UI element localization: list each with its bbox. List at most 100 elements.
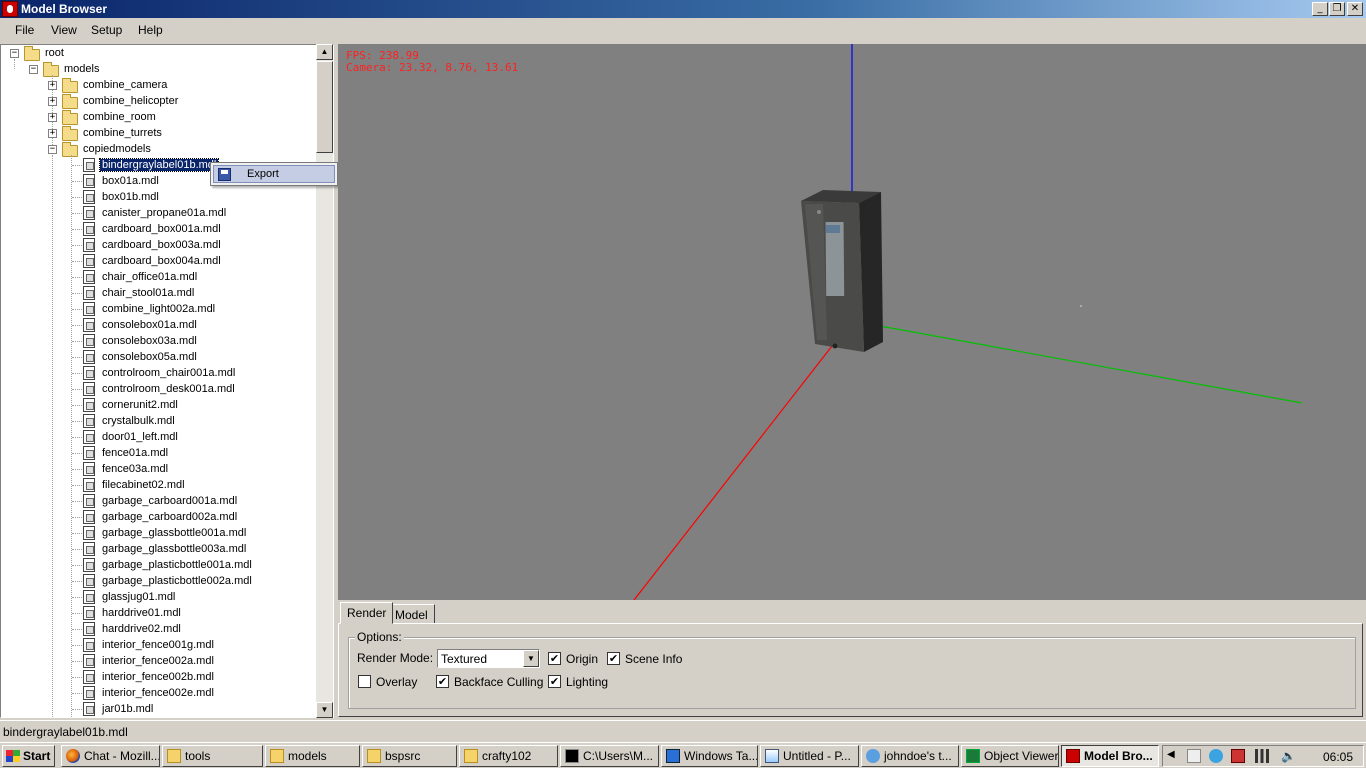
start-button[interactable]: Start [2, 745, 55, 767]
overlay-checkbox[interactable] [358, 675, 371, 688]
scene-info-checkbox[interactable]: ✔ [607, 652, 620, 665]
taskbar-button[interactable]: crafty102 [459, 745, 558, 767]
menu-file[interactable]: File [15, 23, 34, 37]
tree-node-file[interactable]: door01_left.mdl [100, 429, 180, 445]
taskbar-button[interactable]: Untitled - P... [760, 745, 859, 767]
tree-node-models[interactable]: models [62, 61, 101, 77]
collapse-icon[interactable]: − [29, 65, 38, 74]
3d-viewport[interactable]: FPS: 238.99 Camera: 23.32, 8.76, 13.61 [338, 44, 1366, 600]
model-file-icon [83, 686, 95, 700]
tree-node-file[interactable]: jar01b.mdl [100, 701, 155, 717]
tree-node-file[interactable]: consolebox05a.mdl [100, 349, 199, 365]
tree-node-file[interactable]: fence03a.mdl [100, 461, 170, 477]
tree-node-folder[interactable]: copiedmodels [81, 141, 153, 157]
taskbar-button[interactable]: johndoe's t... [861, 745, 959, 767]
tree-node-file[interactable]: harddrive02.mdl [100, 621, 183, 637]
tree-node-file[interactable]: interior_fence002a.mdl [100, 653, 216, 669]
menu-setup[interactable]: Setup [91, 23, 122, 37]
folder-icon [62, 78, 78, 93]
tree-node-file[interactable]: cardboard_box001a.mdl [100, 221, 223, 237]
tree-node-folder[interactable]: combine_turrets [81, 125, 164, 141]
tree-node-file[interactable]: cardboard_box003a.mdl [100, 237, 223, 253]
volume-icon[interactable]: 🔈 [1281, 749, 1296, 763]
taskbar-button[interactable]: Object Viewer [961, 745, 1059, 767]
tree-scrollbar[interactable]: ▲ ▼ [316, 44, 333, 718]
tree-node-folder[interactable]: combine_helicopter [81, 93, 180, 109]
chevron-left-icon[interactable]: ◀ [1167, 749, 1181, 763]
restore-button[interactable]: ❐ [1329, 2, 1345, 16]
taskbar-button[interactable]: Chat - Mozill... [61, 745, 160, 767]
tree-node-file[interactable]: chair_stool01a.mdl [100, 285, 196, 301]
menu-view[interactable]: View [51, 23, 77, 37]
expand-icon[interactable]: + [48, 81, 57, 90]
folder-icon [367, 749, 381, 763]
tree-node-file[interactable]: fence01a.mdl [100, 445, 170, 461]
render-mode-select[interactable]: Textured ▼ [437, 649, 540, 668]
tree-node-file[interactable]: controlroom_chair001a.mdl [100, 365, 237, 381]
tree-node-file[interactable]: garbage_carboard002a.mdl [100, 509, 239, 525]
tree-node-file[interactable]: garbage_glassbottle001a.mdl [100, 525, 248, 541]
tree-node-file[interactable]: box01b.mdl [100, 189, 161, 205]
tree-node-file[interactable]: interior_fence001g.mdl [100, 637, 216, 653]
taskbar-button[interactable]: C:\Users\M... [560, 745, 659, 767]
security-icon[interactable] [1231, 749, 1245, 763]
taskbar-button[interactable]: models [265, 745, 360, 767]
folder-icon [270, 749, 284, 763]
tree-node-file[interactable]: controlroom_desk001a.mdl [100, 381, 237, 397]
tree-node-file[interactable]: bindergraylabel01b.mdl [98, 157, 220, 173]
collapse-icon[interactable]: − [48, 145, 57, 154]
tree-node-file[interactable]: consolebox01a.mdl [100, 317, 199, 333]
tree-node-file[interactable]: garbage_glassbottle003a.mdl [100, 541, 248, 557]
taskbar-button[interactable]: bspsrc [362, 745, 457, 767]
tree-node-folder[interactable]: combine_camera [81, 77, 169, 93]
model-file-icon [83, 350, 95, 364]
signal-icon[interactable] [1255, 749, 1269, 763]
app-icon[interactable] [2, 1, 18, 17]
options-legend: Options: [355, 630, 404, 644]
tree-node-file[interactable]: cornerunit2.mdl [100, 397, 180, 413]
dropbox-icon[interactable] [1209, 749, 1223, 763]
origin-checkbox[interactable]: ✔ [548, 652, 561, 665]
scroll-thumb[interactable] [316, 61, 333, 153]
tree-node-file[interactable]: consolebox03a.mdl [100, 333, 199, 349]
lighting-checkbox[interactable]: ✔ [548, 675, 561, 688]
tree-node-file[interactable]: chair_office01a.mdl [100, 269, 199, 285]
scroll-up-icon[interactable]: ▲ [316, 44, 333, 60]
expand-icon[interactable]: + [48, 113, 57, 122]
taskbar-button[interactable]: Model Bro... [1061, 745, 1159, 767]
scene-info-label: Scene Info [625, 652, 683, 666]
backface-culling-checkbox[interactable]: ✔ [436, 675, 449, 688]
tree-node-file[interactable]: garbage_plasticbottle002a.mdl [100, 573, 254, 589]
expand-icon[interactable]: + [48, 97, 57, 106]
network-warning-icon[interactable] [1187, 749, 1201, 763]
tree-node-file[interactable]: interior_fence002b.mdl [100, 669, 216, 685]
tree-node-root[interactable]: root [43, 45, 66, 61]
chevron-down-icon[interactable]: ▼ [523, 650, 539, 667]
tab-model[interactable]: Model [388, 604, 435, 624]
model-file-icon [83, 702, 95, 716]
taskbar-button[interactable]: tools [162, 745, 263, 767]
tree-node-file[interactable]: filecabinet02.mdl [100, 477, 187, 493]
tree-node-file[interactable]: cardboard_box004a.mdl [100, 253, 223, 269]
minimize-button[interactable]: _ [1312, 2, 1328, 16]
model-tree[interactable]: − root − models + combine_camera + combi… [0, 44, 334, 718]
export-menu-item[interactable]: Export [213, 165, 335, 183]
tree-node-file[interactable]: harddrive01.mdl [100, 605, 183, 621]
tree-node-file[interactable]: garbage_plasticbottle001a.mdl [100, 557, 254, 573]
collapse-icon[interactable]: − [10, 49, 19, 58]
tree-node-file[interactable]: combine_light002a.mdl [100, 301, 217, 317]
tree-node-file[interactable]: crystalbulk.mdl [100, 413, 177, 429]
tree-node-file[interactable]: glassjug01.mdl [100, 589, 177, 605]
tree-node-file[interactable]: box01a.mdl [100, 173, 161, 189]
model-file-icon [83, 238, 95, 252]
tree-node-folder[interactable]: combine_room [81, 109, 158, 125]
tree-node-file[interactable]: canister_propane01a.mdl [100, 205, 228, 221]
taskbar-button[interactable]: Windows Ta... [661, 745, 758, 767]
tree-node-file[interactable]: interior_fence002e.mdl [100, 685, 216, 701]
scroll-down-icon[interactable]: ▼ [316, 702, 333, 718]
menu-help[interactable]: Help [138, 23, 163, 37]
tree-node-file[interactable]: garbage_carboard001a.mdl [100, 493, 239, 509]
expand-icon[interactable]: + [48, 129, 57, 138]
tab-render[interactable]: Render [340, 602, 394, 624]
close-button[interactable]: ✕ [1347, 2, 1363, 16]
